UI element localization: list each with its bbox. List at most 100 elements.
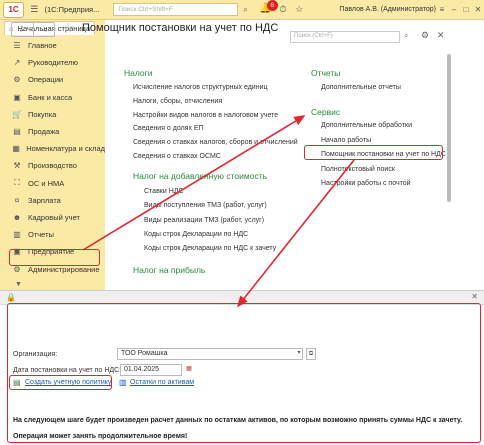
menu-link[interactable]: Виды поступления ТМЗ (работ, услуг) xyxy=(144,202,267,209)
sidebar-item-label: Кадровый учет xyxy=(28,213,80,222)
menu-icon: ☰ xyxy=(13,41,21,50)
notification-badge: 6 xyxy=(266,0,278,11)
sidebar-item[interactable]: ⛶ ОС и НМА xyxy=(0,175,105,192)
sidebar-item[interactable]: ↗ Руководителю xyxy=(0,54,105,71)
menu-link[interactable]: Дополнительные отчеты xyxy=(321,84,401,91)
sale-icon: ▤ xyxy=(13,127,21,136)
menu-link[interactable]: Начало работы xyxy=(321,137,371,144)
sidebar-item-label: Администрирование xyxy=(28,264,100,274)
sidebar-item[interactable]: ☻ Кадровый учет xyxy=(0,209,105,226)
section-service: Сервис xyxy=(311,107,341,117)
sidebar-item-label: Руководителю xyxy=(28,58,79,68)
search-icon[interactable]: ⌕ xyxy=(404,31,408,41)
salary-icon: ¤ xyxy=(14,195,20,205)
date-field[interactable]: 01.04.2025 xyxy=(120,364,182,376)
sidebar-item[interactable]: ¤ Зарплата xyxy=(0,192,105,209)
panel-scrollbar[interactable] xyxy=(447,54,451,202)
sidebar-item-label: Отчеты xyxy=(28,230,54,240)
menu-link[interactable]: Виды реализации ТМЗ (работ, услуг) xyxy=(144,217,264,224)
chart-icon: ↗ xyxy=(13,58,21,68)
enterprise-icon: ▣ xyxy=(13,247,21,257)
reports-icon: ▥ xyxy=(13,230,21,240)
warehouse-icon: ▦ xyxy=(12,144,20,154)
sidebar-item[interactable]: ▥ Отчеты xyxy=(0,226,105,243)
form-title: Помощник постановки на учет по НДС xyxy=(82,22,279,34)
menu-link[interactable]: Сведения о ставках налогов, сборов и отч… xyxy=(133,139,298,146)
bank-icon: ▣ xyxy=(13,92,21,102)
section-vat: Налог на добавленную стоимость xyxy=(133,171,268,181)
sidebar-item[interactable]: ▤ Продажа xyxy=(0,123,105,140)
sidebar-item-label: Банк и касса xyxy=(28,92,73,102)
menu-link[interactable]: Сведения о ставках ОСМС xyxy=(133,153,221,160)
sidebar-item-label: Зарплата xyxy=(28,195,61,205)
create-policy-link[interactable]: Создать учетную политику xyxy=(25,379,111,386)
app-logo: 1С xyxy=(3,1,25,18)
assets-icon: ▥ xyxy=(119,378,127,387)
sidebar: ☰ Главное ↗ Руководителю ⚙ Операции ▣ Банк и ка… xyxy=(0,35,105,290)
minimize-icon[interactable]: – xyxy=(448,5,460,14)
org-field[interactable]: ТОО Ромашка xyxy=(117,348,303,360)
sidebar-item-label: Производство xyxy=(28,161,77,171)
scroll-down-icon[interactable]: ▼ xyxy=(15,281,22,288)
nav-buttons: ← → xyxy=(11,22,55,37)
sidebar-item[interactable]: ☰ Главное xyxy=(0,37,105,54)
section-taxes: Налоги xyxy=(124,68,153,78)
policy-icon: ▤ xyxy=(13,378,21,387)
menu-link[interactable]: Исчисление налогов структурных единиц xyxy=(133,84,268,91)
menu-link[interactable]: Ставки НДС xyxy=(144,188,184,195)
sidebar-item[interactable]: ▣ Банк и касса xyxy=(0,89,105,106)
menu-link[interactable]: Налоги, сборы, отчисления xyxy=(133,98,222,105)
sidebar-item-label: Продажа xyxy=(28,127,60,136)
title-bar: 1С ☰ (1С:Предприя... Поиск Ctrl+Shift+F … xyxy=(0,0,484,20)
info-text: На следующем шаге будет произведен расче… xyxy=(13,417,463,424)
dropdown-icon[interactable]: ▾ xyxy=(294,348,304,360)
settings-icon[interactable]: ≡ xyxy=(436,5,448,14)
sidebar-item[interactable]: 🛒 Покупка xyxy=(0,106,105,123)
panel-search-input[interactable]: Поиск (Ctrl+F) xyxy=(290,31,400,43)
open-icon[interactable]: ⧉ xyxy=(306,348,316,360)
menu-link[interactable]: Коды строк Декларации по НДС xyxy=(144,231,248,238)
sidebar-item[interactable]: ⚙ Администрирование xyxy=(0,261,105,278)
favorites-icon[interactable]: ☆ xyxy=(293,3,305,16)
bell-icon[interactable]: 🔔 6 xyxy=(259,0,278,17)
global-search-input[interactable]: Поиск Ctrl+Shift+F xyxy=(113,3,238,16)
sidebar-item-label: ОС и НМА xyxy=(28,178,65,188)
user-name[interactable]: Павлов А.В. (Администратор) xyxy=(339,6,436,13)
sidebar-item[interactable]: ⚒ Производство xyxy=(0,157,105,174)
menu-link[interactable]: Полнотекстовый поиск xyxy=(321,166,395,173)
date-label: Дата постановки на учет по НДС: xyxy=(13,367,122,374)
operations-icon: ⚙ xyxy=(13,75,21,85)
menu-link[interactable]: Настройки работы с почтой xyxy=(321,180,411,187)
close-icon[interactable]: ✕ xyxy=(437,30,445,41)
sidebar-item[interactable]: ⚙ Операции xyxy=(0,71,105,88)
sidebar-item-label: Операции xyxy=(28,75,64,85)
production-icon: ⚒ xyxy=(13,161,21,171)
forward-button[interactable]: → xyxy=(34,23,55,36)
app-title: (1С:Предприя... xyxy=(44,5,100,14)
assets-link[interactable]: Остатки по активам xyxy=(130,379,194,386)
lock-icon: 🔒 xyxy=(6,293,16,302)
menu-link[interactable]: Настройки видов налогов в налоговом учет… xyxy=(133,112,278,119)
back-button[interactable]: ← xyxy=(12,23,34,36)
cart-icon: 🛒 xyxy=(12,109,22,119)
sidebar-item[interactable]: ▣ Предприятие xyxy=(0,243,105,260)
search-icon[interactable]: ⌕ xyxy=(240,3,251,16)
menu-link[interactable]: Сведения о долях ЕП xyxy=(133,125,204,132)
close-icon[interactable]: ✕ xyxy=(471,292,478,301)
close-icon[interactable]: ✕ xyxy=(472,5,484,14)
menu-link[interactable]: Дополнительные обработки xyxy=(321,122,412,129)
menu-link[interactable]: Помощник постановки на учет по НДС xyxy=(321,151,446,158)
sidebar-item[interactable]: ▦ Номенклатура и склад xyxy=(0,140,105,157)
sidebar-item-label: Покупка xyxy=(28,109,57,119)
calendar-icon[interactable]: ▦ xyxy=(184,364,194,376)
maximize-icon[interactable]: □ xyxy=(460,5,472,14)
form-titlebar: 🔒 ✕ xyxy=(0,291,484,305)
menu-link[interactable]: Коды строк Декларации по НДС к зачету xyxy=(144,245,276,252)
hr-icon: ☻ xyxy=(12,213,22,222)
history-icon[interactable]: ⏱ xyxy=(277,3,289,16)
gear-icon[interactable]: ⚙ xyxy=(421,30,429,41)
menu-icon[interactable]: ☰ xyxy=(28,3,40,16)
section-profit: Налог на прибыль xyxy=(133,265,206,275)
favorite-star-icon[interactable]: ☆ xyxy=(62,20,74,36)
sidebar-item-label: Предприятие xyxy=(28,247,75,257)
